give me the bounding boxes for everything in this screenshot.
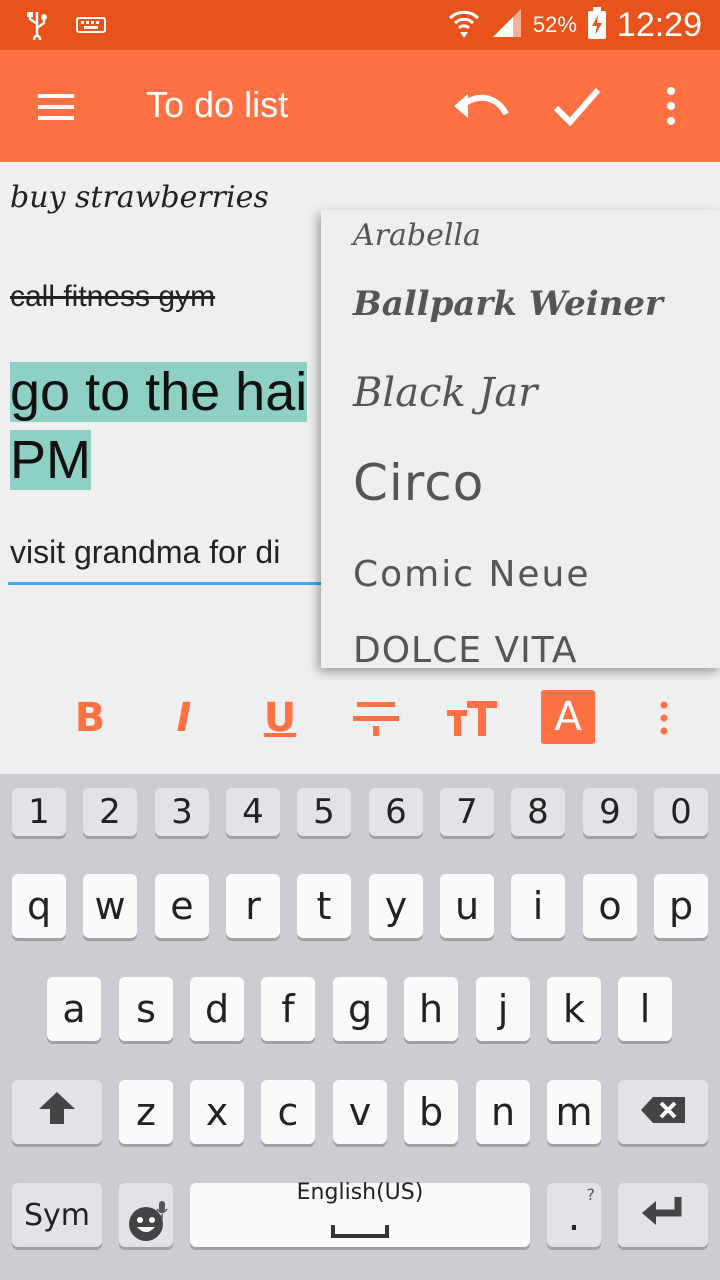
key-z[interactable]: z — [119, 1080, 173, 1144]
strikethrough-icon[interactable] — [348, 690, 404, 746]
key-x[interactable]: x — [190, 1080, 244, 1144]
backspace-key[interactable] — [618, 1080, 708, 1144]
key-8[interactable]: 8 — [511, 788, 565, 836]
key-w[interactable]: w — [83, 874, 137, 938]
key-4[interactable]: 4 — [226, 788, 280, 836]
key-r[interactable]: r — [226, 874, 280, 938]
shift-icon — [37, 1089, 77, 1136]
check-icon[interactable] — [552, 84, 602, 132]
key-v[interactable]: v — [333, 1080, 387, 1144]
key-m[interactable]: m — [547, 1080, 601, 1144]
key-c[interactable]: c — [261, 1080, 315, 1144]
backspace-icon — [639, 1090, 687, 1134]
soft-keyboard: 1 2 3 4 5 6 7 8 9 0 q w e r t y u i o p … — [0, 774, 720, 1280]
text-color-button[interactable]: A — [541, 690, 595, 744]
key-o[interactable]: o — [583, 874, 637, 938]
key-p[interactable]: p — [654, 874, 708, 938]
wifi-icon — [447, 6, 481, 44]
key-q[interactable]: q — [12, 874, 66, 938]
font-option[interactable]: Comic Neue — [353, 554, 591, 595]
status-bar: 52% 12:29 — [0, 0, 720, 50]
more-vert-icon[interactable] — [664, 86, 678, 130]
undo-icon[interactable] — [450, 86, 510, 130]
key-9[interactable]: 9 — [583, 788, 637, 836]
note-line-active[interactable]: visit grandma for di — [10, 534, 280, 571]
key-3[interactable]: 3 — [155, 788, 209, 836]
key-5[interactable]: 5 — [297, 788, 351, 836]
font-option[interactable]: DOLCE VITA — [353, 630, 578, 668]
app-bar: To do list — [0, 50, 720, 162]
key-k[interactable]: k — [547, 977, 601, 1041]
battery-percentage: 52% — [532, 12, 577, 37]
font-option[interactable]: Arabella — [353, 218, 481, 253]
underline-button[interactable]: U — [252, 690, 308, 746]
key-2[interactable]: 2 — [83, 788, 137, 836]
note-line[interactable]: buy strawberries — [10, 180, 269, 215]
key-i[interactable]: i — [511, 874, 565, 938]
enter-icon — [640, 1193, 686, 1238]
key-1[interactable]: 1 — [12, 788, 66, 836]
space-key[interactable]: English(US) — [190, 1179, 530, 1249]
key-d[interactable]: d — [190, 977, 244, 1041]
key-y[interactable]: y — [369, 874, 423, 938]
key-b[interactable]: b — [404, 1080, 458, 1144]
italic-button[interactable]: I — [156, 690, 212, 746]
selected-text: go to the hai — [10, 362, 308, 422]
period-hint-label: ? — [586, 1185, 596, 1204]
enter-key[interactable] — [618, 1183, 708, 1247]
note-line-strikethrough[interactable]: call fitness gym — [10, 280, 215, 314]
usb-icon — [24, 10, 50, 44]
text-size-icon[interactable] — [444, 690, 500, 746]
selected-text: PM — [10, 430, 91, 490]
key-l[interactable]: l — [618, 977, 672, 1041]
shift-key[interactable] — [12, 1080, 102, 1144]
space-language-label: English(US) — [296, 1179, 424, 1205]
key-u[interactable]: u — [440, 874, 494, 938]
clock: 12:29 — [616, 5, 702, 44]
text-field-focus-line — [8, 582, 338, 585]
more-vert-icon[interactable] — [636, 690, 692, 746]
key-j[interactable]: j — [476, 977, 530, 1041]
font-option[interactable]: Black Jar — [353, 370, 537, 416]
page-title: To do list — [146, 84, 289, 125]
key-g[interactable]: g — [333, 977, 387, 1041]
mic-icon — [155, 1185, 169, 1229]
key-6[interactable]: 6 — [369, 788, 423, 836]
key-n[interactable]: n — [476, 1080, 530, 1144]
key-s[interactable]: s — [119, 977, 173, 1041]
battery-charging-icon — [587, 6, 607, 44]
font-option[interactable]: Circo — [353, 454, 484, 512]
emoji-mic-key[interactable] — [119, 1183, 173, 1247]
period-key[interactable]: . ? — [547, 1183, 601, 1247]
bold-button[interactable]: B — [62, 690, 118, 746]
period-label: . — [567, 1194, 581, 1240]
font-option[interactable]: Ballpark Weiner — [353, 284, 663, 324]
key-a[interactable]: a — [47, 977, 101, 1041]
key-f[interactable]: f — [261, 977, 315, 1041]
keyboard-icon — [76, 15, 106, 39]
space-bar-icon — [330, 1205, 390, 1249]
key-h[interactable]: h — [404, 977, 458, 1041]
key-0[interactable]: 0 — [654, 788, 708, 836]
key-t[interactable]: t — [297, 874, 351, 938]
font-menu: Arabella Ballpark Weiner Black Jar Circo… — [321, 210, 720, 668]
menu-icon[interactable] — [36, 92, 76, 126]
signal-icon — [491, 7, 523, 43]
key-7[interactable]: 7 — [440, 788, 494, 836]
key-e[interactable]: e — [155, 874, 209, 938]
format-toolbar: B I U A — [0, 680, 720, 774]
sym-key[interactable]: Sym — [12, 1183, 102, 1247]
